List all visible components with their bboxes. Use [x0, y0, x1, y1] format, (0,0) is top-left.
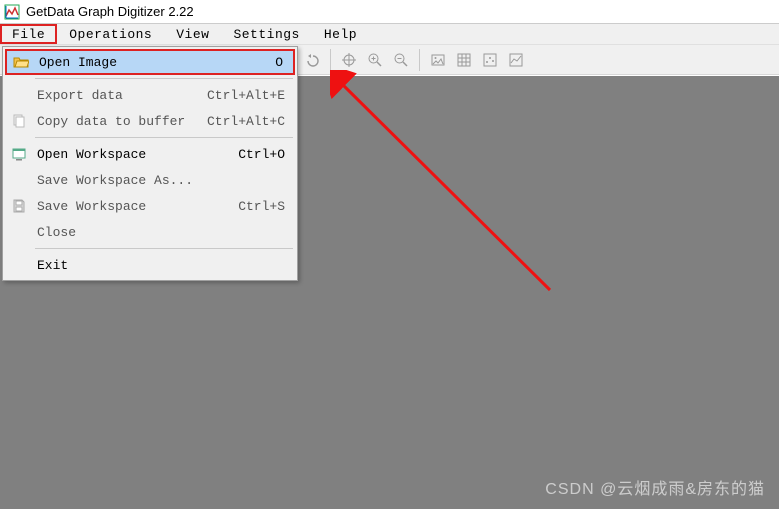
menu-separator: [35, 137, 293, 138]
menubar: File Operations View Settings Help: [0, 24, 779, 45]
menu-exit[interactable]: Exit: [5, 252, 295, 278]
menu-save-workspace-as-label: Save Workspace As...: [33, 173, 195, 188]
app-icon: [4, 4, 20, 20]
zoom-out-icon[interactable]: [389, 48, 413, 72]
menu-exit-label: Exit: [33, 258, 195, 273]
save-icon: [5, 198, 33, 214]
file-menu-dropdown: Open Image O Export data Ctrl+Alt+E Copy…: [2, 46, 298, 281]
menu-copy-data-shortcut: Ctrl+Alt+C: [195, 114, 295, 129]
menu-save-workspace-as: Save Workspace As...: [5, 167, 295, 193]
image-icon[interactable]: [426, 48, 450, 72]
menu-save-workspace: Save Workspace Ctrl+S: [5, 193, 295, 219]
menu-export-data: Export data Ctrl+Alt+E: [5, 82, 295, 108]
open-folder-icon: [7, 54, 35, 70]
menu-separator: [35, 248, 293, 249]
toolbar-separator: [419, 49, 420, 71]
menu-close: Close: [5, 219, 295, 245]
menu-view[interactable]: View: [164, 24, 221, 44]
target-icon[interactable]: [337, 48, 361, 72]
menu-export-data-label: Export data: [33, 88, 195, 103]
menu-copy-data-label: Copy data to buffer: [33, 114, 195, 129]
titlebar: GetData Graph Digitizer 2.22: [0, 0, 779, 24]
toolbar-separator: [330, 49, 331, 71]
menu-close-label: Close: [33, 225, 195, 240]
menu-copy-data: Copy data to buffer Ctrl+Alt+C: [5, 108, 295, 134]
app-title: GetData Graph Digitizer 2.22: [26, 4, 194, 19]
menu-open-image-shortcut: O: [193, 55, 293, 70]
menu-help-label: Help: [324, 27, 357, 42]
menu-open-image[interactable]: Open Image O: [5, 49, 295, 75]
copy-icon: [5, 113, 33, 129]
menu-separator: [35, 78, 293, 79]
menu-operations[interactable]: Operations: [57, 24, 164, 44]
menu-settings-label: Settings: [233, 27, 299, 42]
menu-open-workspace-label: Open Workspace: [33, 147, 195, 162]
undo-icon[interactable]: [300, 48, 324, 72]
watermark: CSDN @云烟成雨&房东的猫: [545, 475, 765, 499]
menu-save-workspace-shortcut: Ctrl+S: [195, 199, 295, 214]
menu-export-data-shortcut: Ctrl+Alt+E: [195, 88, 295, 103]
menu-file-label: File: [12, 27, 45, 42]
menu-help[interactable]: Help: [312, 24, 369, 44]
menu-save-workspace-label: Save Workspace: [33, 199, 195, 214]
menu-open-workspace[interactable]: Open Workspace Ctrl+O: [5, 141, 295, 167]
chart-icon[interactable]: [504, 48, 528, 72]
menu-operations-label: Operations: [69, 27, 152, 42]
menu-settings[interactable]: Settings: [221, 24, 311, 44]
menu-file[interactable]: File: [0, 24, 57, 44]
points-icon[interactable]: [478, 48, 502, 72]
menu-view-label: View: [176, 27, 209, 42]
grid-icon[interactable]: [452, 48, 476, 72]
menu-open-workspace-shortcut: Ctrl+O: [195, 147, 295, 162]
zoom-in-icon[interactable]: [363, 48, 387, 72]
workspace-icon: [5, 146, 33, 162]
menu-open-image-label: Open Image: [35, 55, 193, 70]
